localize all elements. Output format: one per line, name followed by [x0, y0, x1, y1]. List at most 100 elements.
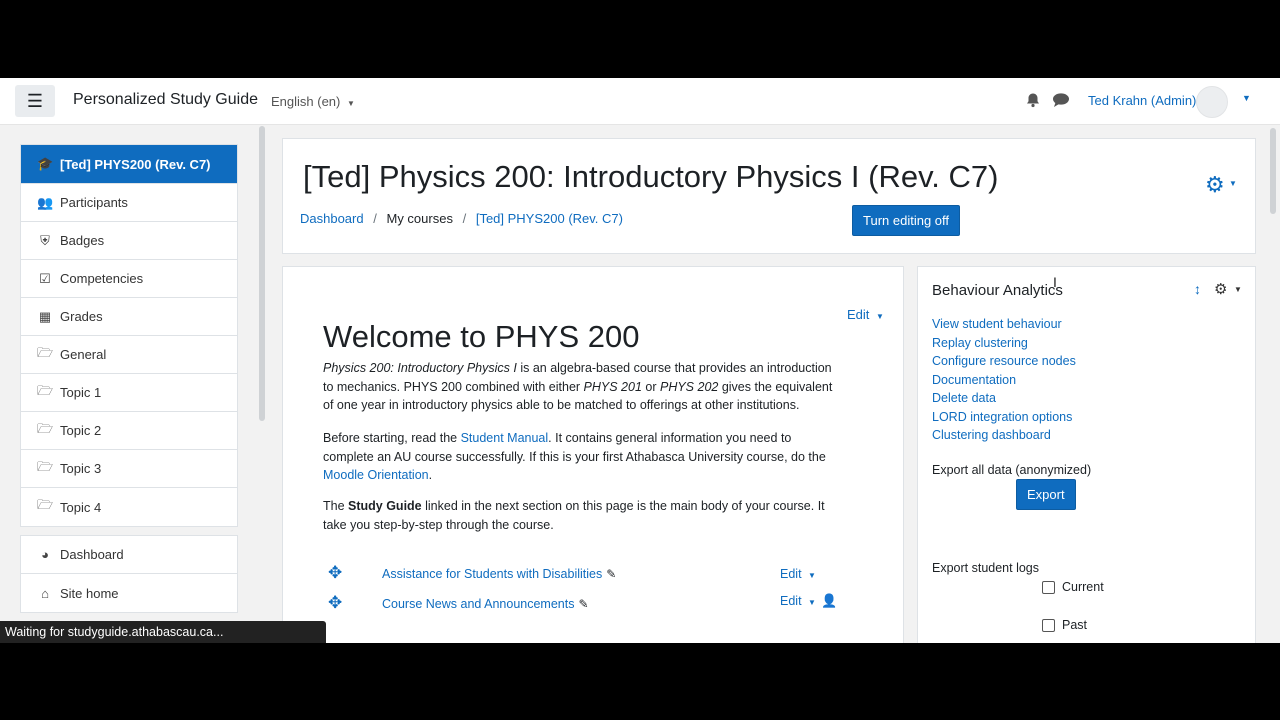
edit-label: Edit: [780, 594, 802, 608]
nav-item-site-home[interactable]: ⌂ Site home: [21, 574, 237, 612]
nav-item-label: Topic 2: [60, 423, 102, 438]
student-manual-link[interactable]: Student Manual: [461, 431, 549, 445]
gear-icon[interactable]: ⚙: [1205, 172, 1225, 198]
nav-item-topic-3[interactable]: 🗁 Topic 3: [21, 450, 237, 488]
nav-item-label: Grades: [60, 309, 103, 324]
activity-link[interactable]: Assistance for Students with Disabilitie…: [382, 567, 602, 581]
nav-item-topic-4[interactable]: 🗁 Topic 4: [21, 488, 237, 526]
replay-clustering-link[interactable]: Replay clustering: [932, 334, 1076, 353]
study-guide-paragraph: The Study Guide linked in the next secti…: [323, 497, 843, 534]
export-all-label: Export all data (anonymized): [932, 463, 1092, 477]
breadcrumb-course[interactable]: [Ted] PHYS200 (Rev. C7): [476, 211, 623, 226]
block-links: View student behaviour Replay clustering…: [932, 315, 1076, 445]
pencil-icon[interactable]: ✎: [578, 597, 588, 611]
site-nav: ◕ Dashboard ⌂ Site home: [20, 535, 238, 613]
checkbox-icon: ☑: [39, 270, 51, 286]
export-wrapper: Export: [1016, 479, 1076, 510]
site-name[interactable]: Personalized Study Guide: [73, 91, 258, 109]
nav-item-course[interactable]: 🎓 [Ted] PHYS200 (Rev. C7): [21, 145, 237, 184]
nav-item-dashboard[interactable]: ◕ Dashboard: [21, 536, 237, 574]
language-label: English (en): [271, 94, 341, 109]
folder-icon: 🗁: [37, 458, 54, 474]
clustering-dashboard-link[interactable]: Clustering dashboard: [932, 426, 1076, 445]
nav-item-topic-2[interactable]: 🗁 Topic 2: [21, 412, 237, 450]
bell-icon[interactable]: [1025, 92, 1041, 108]
page-scrollbar[interactable]: [1270, 128, 1276, 214]
export-button[interactable]: Export: [1016, 479, 1076, 510]
nav-item-topic-1[interactable]: 🗁 Topic 1: [21, 374, 237, 412]
behaviour-analytics-block: Behaviour Analytics ↕ ⚙ ▼ View student b…: [917, 266, 1256, 643]
user-icon[interactable]: 👤: [821, 593, 837, 609]
pencil-icon[interactable]: ✎: [606, 567, 616, 581]
turn-editing-wrapper: Turn editing off: [852, 205, 960, 236]
breadcrumb-separator: /: [373, 211, 377, 226]
chevron-down-icon[interactable]: ▼: [1242, 93, 1251, 103]
nav-drawer: 🎓 [Ted] PHYS200 (Rev. C7) 👥 Participants…: [20, 144, 238, 613]
nav-item-label: Dashboard: [60, 547, 124, 562]
nav-item-badges[interactable]: ⛨ Badges: [21, 222, 237, 260]
move-icon[interactable]: ✥: [328, 563, 342, 583]
nav-item-competencies[interactable]: ☑ Competencies: [21, 260, 237, 298]
hamburger-icon: ☰: [26, 90, 44, 111]
section-edit-menu[interactable]: Edit ▼: [847, 307, 884, 322]
avatar[interactable]: [1196, 86, 1228, 118]
activity-link[interactable]: Course News and Announcements: [382, 597, 574, 611]
nav-scrollbar[interactable]: [259, 126, 265, 421]
nav-item-label: Topic 4: [60, 499, 102, 515]
checkbox-label: Current: [1062, 580, 1104, 594]
language-menu[interactable]: English (en) ▼: [271, 94, 355, 109]
breadcrumb: Dashboard / My courses / [Ted] PHYS200 (…: [300, 211, 623, 226]
move-icon[interactable]: ✥: [328, 593, 342, 613]
nav-item-label: [Ted] PHYS200 (Rev. C7): [60, 156, 211, 172]
paragraph-text: The: [323, 499, 349, 513]
folder-icon: 🗁: [37, 420, 54, 436]
checkbox-box[interactable]: [1042, 580, 1055, 594]
past-checkbox[interactable]: Past: [1042, 618, 1087, 632]
delete-data-link[interactable]: Delete data: [932, 389, 1076, 408]
nav-item-participants[interactable]: 👥 Participants: [21, 184, 237, 222]
nav-item-label: General: [60, 347, 107, 362]
export-logs-label: Export student logs: [932, 561, 1040, 575]
home-icon: ⌂: [41, 585, 49, 601]
nav-item-label: Topic 3: [60, 461, 102, 476]
edit-label: Edit: [847, 307, 870, 322]
users-icon: 👥: [37, 194, 54, 210]
browser-viewport: ☰ Personalized Study Guide English (en) …: [0, 78, 1280, 643]
breadcrumb-dashboard[interactable]: Dashboard: [300, 211, 364, 226]
activity-edit-menu[interactable]: Edit ▼: [780, 594, 816, 608]
table-icon: ▦: [38, 308, 52, 324]
breadcrumb-separator: /: [462, 211, 467, 226]
gear-icon[interactable]: ⚙: [1214, 280, 1227, 298]
nav-item-grades[interactable]: ▦ Grades: [21, 298, 237, 336]
user-menu[interactable]: Ted Krahn (Admin): [1088, 93, 1196, 108]
turn-editing-off-button[interactable]: Turn editing off: [852, 205, 960, 236]
documentation-link[interactable]: Documentation: [932, 371, 1076, 390]
nav-item-general[interactable]: 🗁 General: [21, 336, 237, 374]
chevron-down-icon[interactable]: ▼: [1234, 285, 1242, 294]
chevron-down-icon[interactable]: ▼: [1229, 179, 1237, 188]
checkbox-box[interactable]: [1042, 618, 1055, 632]
course-content: Edit ▼ Welcome to PHYS 200 Physics 200: …: [282, 266, 904, 643]
chevron-down-icon: ▼: [808, 571, 816, 580]
move-vertical-icon[interactable]: ↕: [1194, 281, 1201, 297]
checkbox-label: Past: [1062, 618, 1088, 632]
chat-icon[interactable]: [1052, 92, 1070, 108]
status-bar: Waiting for studyguide.athabascau.ca...: [0, 621, 326, 643]
chevron-down-icon: ▼: [876, 312, 884, 321]
top-navbar: ☰ Personalized Study Guide English (en) …: [0, 78, 1280, 125]
chevron-down-icon: ▼: [808, 598, 816, 607]
configure-resource-nodes-link[interactable]: Configure resource nodes: [932, 352, 1076, 371]
menu-toggle-button[interactable]: ☰: [15, 85, 55, 117]
lord-integration-link[interactable]: LORD integration options: [932, 408, 1076, 427]
folder-icon: 🗁: [37, 344, 54, 360]
study-guide-strong: Study Guide: [348, 499, 422, 513]
current-checkbox[interactable]: Current: [1042, 580, 1104, 594]
moodle-orientation-link[interactable]: Moodle Orientation: [323, 468, 429, 482]
paragraph-text: .: [428, 468, 433, 482]
shield-icon: ⛨: [40, 232, 50, 248]
block-title: Behaviour Analytics: [932, 282, 1063, 299]
folder-icon: 🗁: [37, 382, 54, 398]
chevron-down-icon: ▼: [347, 99, 355, 108]
view-student-behaviour-link[interactable]: View student behaviour: [932, 315, 1076, 334]
activity-edit-menu[interactable]: Edit ▼: [780, 567, 816, 581]
